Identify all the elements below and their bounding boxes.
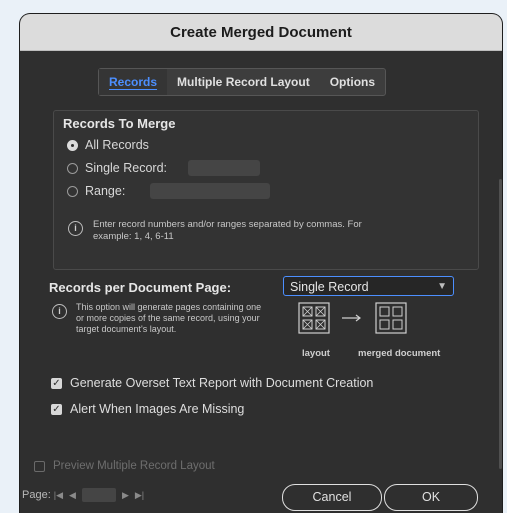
radio-all-records[interactable]: All Records (67, 138, 149, 152)
radio-button[interactable] (67, 185, 78, 197)
tab-options[interactable]: Options (320, 69, 385, 95)
checkbox-unchecked-icon[interactable] (34, 460, 45, 472)
single-record-input[interactable] (188, 160, 260, 176)
alert-missing-images-checkbox-row[interactable]: ✓ Alert When Images Are Missing (51, 402, 244, 416)
checkbox-checked-icon[interactable]: ✓ (51, 403, 62, 415)
ok-button[interactable]: OK (384, 484, 478, 511)
first-page-icon[interactable]: |◀ (54, 490, 63, 501)
scrollbar[interactable] (499, 179, 502, 469)
chevron-down-icon: ▼ (437, 281, 447, 292)
checkbox-label: Generate Overset Text Report with Docume… (70, 376, 374, 390)
radio-single-record[interactable]: Single Record: (67, 161, 167, 175)
radio-label: Range: (85, 184, 126, 198)
page-navigator: Page: |◀ ◀ ▶ ▶| (22, 488, 147, 502)
next-page-icon[interactable]: ▶ (122, 490, 129, 501)
radio-button[interactable] (67, 162, 78, 174)
page-number-input[interactable] (81, 488, 116, 502)
layout-label: layout (302, 348, 330, 359)
prev-page-icon[interactable]: ◀ (69, 490, 76, 501)
radio-button[interactable] (67, 139, 78, 151)
dialog-title: Create Merged Document (20, 14, 502, 51)
last-page-icon[interactable]: ▶| (135, 490, 144, 501)
merged-document-label: merged document (358, 348, 441, 359)
info-icon: i (68, 221, 83, 236)
tab-bar: Records Multiple Record Layout Options (98, 68, 387, 96)
records-per-page-label: Records per Document Page: (49, 280, 232, 295)
checkbox-checked-icon[interactable]: ✓ (51, 377, 62, 389)
page-label: Page: (22, 489, 51, 501)
radio-label: Single Record: (85, 161, 167, 175)
checkbox-label: Preview Multiple Record Layout (53, 460, 215, 472)
tab-records[interactable]: Records (99, 69, 168, 95)
checkbox-label: Alert When Images Are Missing (70, 402, 245, 416)
preview-layout-checkbox-row[interactable]: Preview Multiple Record Layout (34, 460, 215, 472)
cancel-button[interactable]: Cancel (282, 484, 382, 511)
range-input[interactable] (150, 183, 270, 199)
records-per-page-help-text: This option will generate pages containi… (76, 302, 262, 334)
records-to-merge-title: Records To Merge (63, 116, 176, 131)
create-merged-document-dialog: Create Merged Document Records Multiple … (20, 14, 502, 513)
tab-multiple-record-layout[interactable]: Multiple Record Layout (167, 69, 320, 95)
info-icon: i (52, 304, 67, 319)
records-per-page-select[interactable]: Single Record ▼ (283, 276, 454, 296)
overset-report-checkbox-row[interactable]: ✓ Generate Overset Text Report with Docu… (51, 376, 373, 390)
radio-range[interactable]: Range: (67, 184, 125, 198)
radio-label: All Records (85, 138, 149, 152)
layout-diagram (298, 302, 407, 334)
select-value: Single Record (290, 280, 369, 294)
range-help-text: Enter record numbers and/or ranges separ… (93, 219, 362, 242)
